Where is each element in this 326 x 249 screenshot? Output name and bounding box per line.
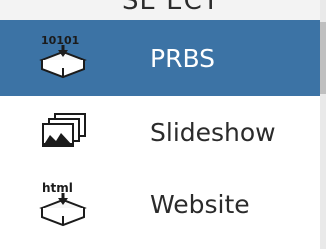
menu-header-label: SE ECT bbox=[122, 0, 220, 16]
website-export-icon: html bbox=[32, 178, 94, 234]
menu-item-label: PRBS bbox=[150, 43, 216, 73]
menu-item-prbs[interactable]: 10101 PRBS bbox=[0, 20, 326, 96]
menu-header: SE ECT bbox=[0, 0, 326, 20]
menu-scrollbar[interactable] bbox=[320, 0, 326, 249]
menu-item-label: Website bbox=[150, 189, 250, 219]
menu-item-website[interactable]: html Website bbox=[0, 168, 326, 240]
slideshow-icon bbox=[32, 106, 94, 162]
prbs-export-icon: 10101 bbox=[32, 30, 94, 86]
scrollbar-thumb[interactable] bbox=[320, 22, 326, 94]
prbs-icon-text: 10101 bbox=[41, 34, 79, 47]
export-menu: SE ECT 10101 PRBS Slideshow html Website bbox=[0, 0, 326, 249]
menu-item-label: Slideshow bbox=[150, 117, 276, 147]
menu-item-slideshow[interactable]: Slideshow bbox=[0, 96, 326, 168]
website-icon-text: html bbox=[42, 181, 73, 195]
